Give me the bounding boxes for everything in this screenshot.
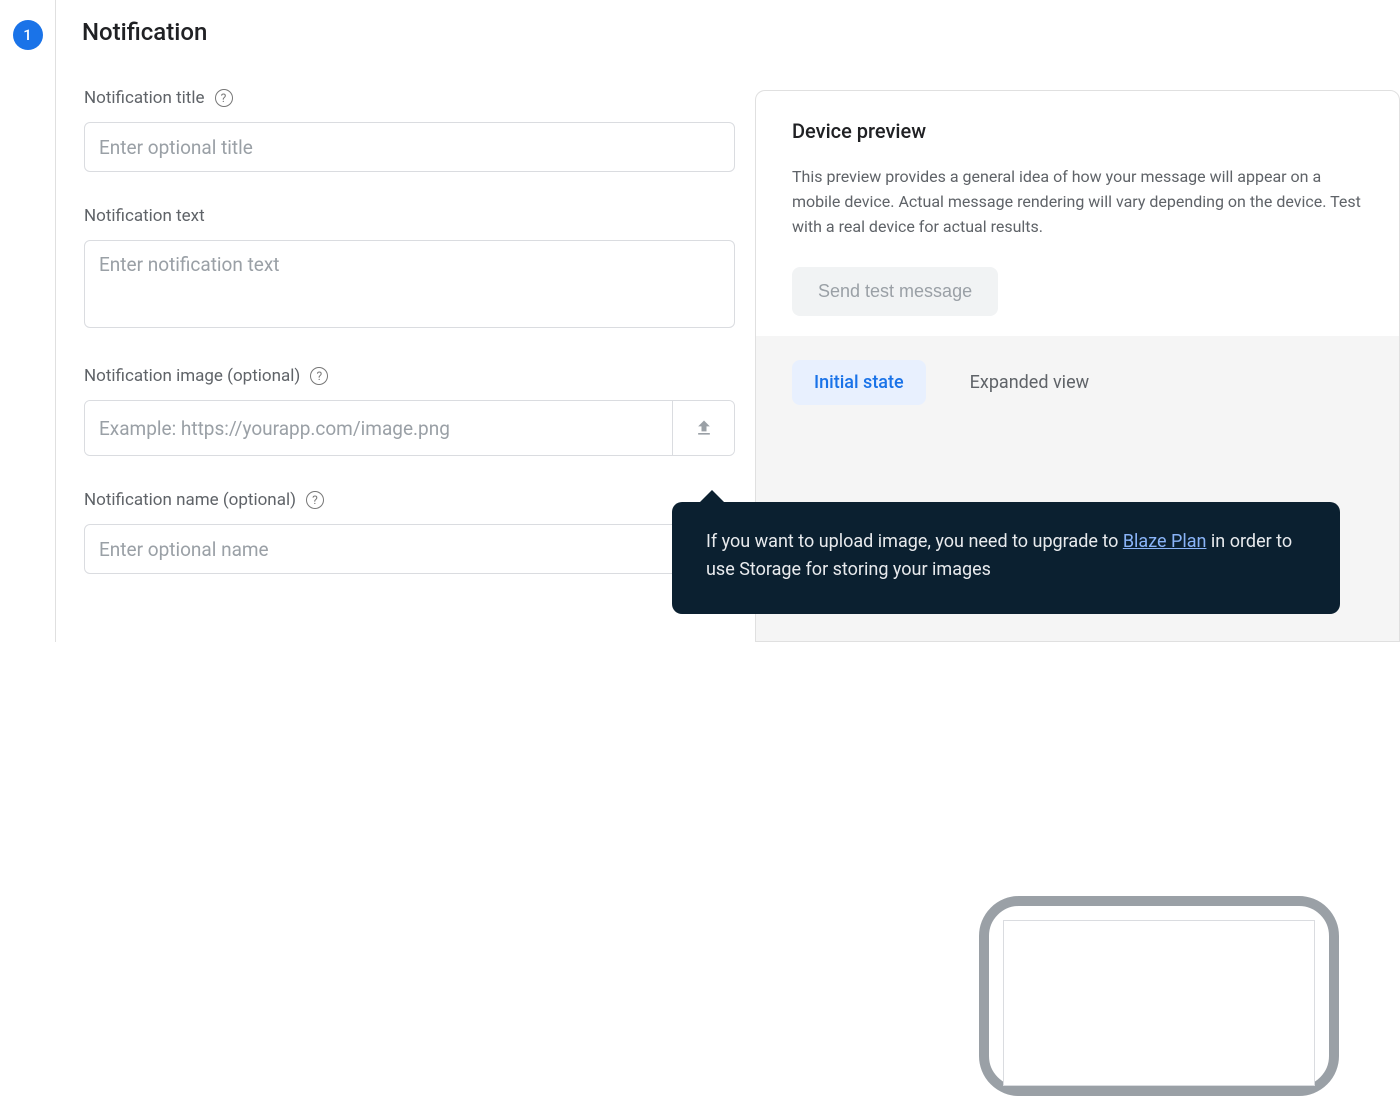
upload-button[interactable] <box>672 401 734 455</box>
preview-description: This preview provides a general idea of … <box>792 165 1363 239</box>
field-name: Notification name (optional) <box>84 490 735 574</box>
device-frame <box>979 896 1339 1096</box>
image-url-input[interactable] <box>85 401 672 455</box>
field-text: Notification text <box>84 206 735 332</box>
field-image-label: Notification image (optional) <box>84 366 300 386</box>
preview-heading: Device preview <box>792 119 1363 143</box>
send-test-message-button[interactable]: Send test message <box>792 267 998 316</box>
upload-tooltip: If you want to upload image, you need to… <box>672 502 1340 614</box>
field-title: Notification title <box>84 88 735 172</box>
text-input[interactable] <box>84 240 735 328</box>
tab-expanded-view[interactable]: Expanded view <box>948 360 1111 405</box>
help-icon[interactable] <box>215 89 233 107</box>
name-input[interactable] <box>84 524 735 574</box>
upload-icon <box>694 418 714 438</box>
device-screen <box>1003 920 1315 1086</box>
title-input[interactable] <box>84 122 735 172</box>
notification-form: Notification Notification title Notifica… <box>55 0 755 642</box>
tab-initial-state[interactable]: Initial state <box>792 360 926 405</box>
help-icon[interactable] <box>310 367 328 385</box>
step-badge: 1 <box>13 20 43 50</box>
tooltip-text-before: If you want to upload image, you need to… <box>706 531 1123 552</box>
field-text-label: Notification text <box>84 206 205 226</box>
help-icon[interactable] <box>306 491 324 509</box>
blaze-plan-link[interactable]: Blaze Plan <box>1123 531 1207 552</box>
field-title-label: Notification title <box>84 88 205 108</box>
section-title: Notification <box>82 18 735 46</box>
field-image: Notification image (optional) <box>84 366 735 456</box>
field-name-label: Notification name (optional) <box>84 490 296 510</box>
